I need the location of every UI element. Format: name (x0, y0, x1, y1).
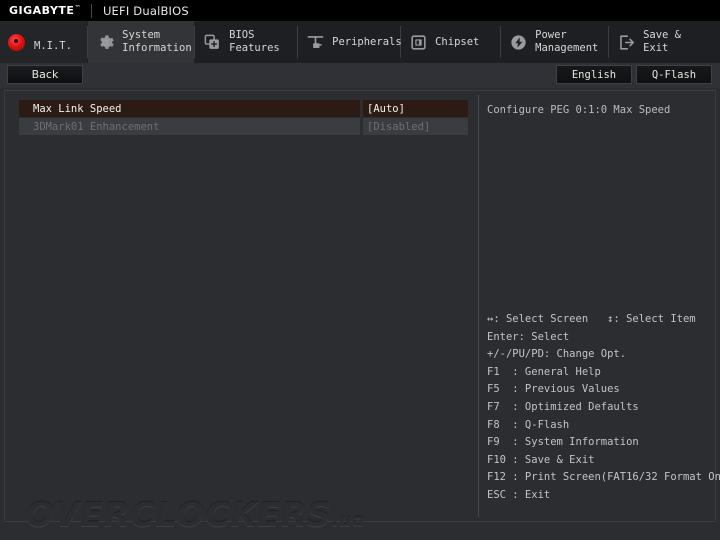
bios-setup-screen: GIGABYTE™ UEFI DualBIOS M.I.T. System In… (0, 0, 720, 540)
tab-peripherals-label: Peripherals (332, 35, 402, 48)
watermark-suffix: .ua (332, 511, 366, 531)
setting-row-max-link-speed[interactable]: Max Link Speed [Auto] (19, 100, 468, 117)
setting-label: Max Link Speed (19, 100, 360, 117)
setting-value[interactable]: [Disabled] (363, 118, 468, 135)
tab-mit[interactable]: M.I.T. (0, 21, 88, 63)
brand-text: GIGABYTE (9, 4, 75, 17)
tab-chipset-label: Chipset (435, 35, 480, 48)
gear-icon (96, 33, 115, 52)
key-legend-line: F8 : Q-Flash (487, 418, 570, 431)
setting-value[interactable]: [Auto] (363, 100, 468, 117)
tab-save-and-exit-label: Save & Exit (643, 29, 681, 54)
tab-save-and-exit[interactable]: Save & Exit (609, 21, 720, 63)
exit-arrow-icon (617, 33, 636, 52)
tab-power-management[interactable]: Power Management (501, 21, 608, 63)
tab-chipset[interactable]: Chipset (401, 21, 500, 63)
key-legend-line: F1 : General Help (487, 365, 601, 378)
title-bar: GIGABYTE™ UEFI DualBIOS (0, 0, 720, 21)
key-legend-line: ESC : Exit (487, 488, 551, 501)
lightning-icon (509, 33, 528, 52)
key-legend: ↔: Select Screen ↕: Select Item Enter: S… (487, 311, 720, 505)
chipset-icon (409, 33, 428, 52)
setting-row-3dmark01-enhancement[interactable]: 3DMark01 Enhancement [Disabled] (19, 118, 468, 135)
secondary-toolbar: Back English Q-Flash (0, 63, 720, 88)
help-description: Configure PEG 0:1:0 Max Speed (487, 104, 671, 116)
gigabyte-logo: GIGABYTE™ (0, 4, 81, 17)
chip-plus-icon (203, 33, 222, 52)
watermark-main: OVERCLOCKERS (26, 495, 333, 534)
site-watermark: OVERCLOCKERS.ua (26, 495, 386, 534)
qflash-button[interactable]: Q-Flash (636, 65, 712, 84)
main-tab-bar: M.I.T. System Information BIOS Features … (0, 21, 720, 63)
key-legend-line: F9 : System Information (487, 436, 639, 449)
help-pane: Configure PEG 0:1:0 Max Speed ↔: Select … (479, 91, 720, 521)
content-frame: Max Link Speed [Auto] 3DMark01 Enhanceme… (4, 90, 720, 522)
back-button[interactable]: Back (7, 65, 83, 84)
tab-peripherals[interactable]: Peripherals (298, 21, 402, 63)
settings-list: Max Link Speed [Auto] 3DMark01 Enhanceme… (5, 91, 478, 521)
plug-icon (306, 33, 325, 52)
language-button[interactable]: English (556, 65, 632, 84)
tab-system-information-label: System Information (122, 29, 192, 54)
tab-mit-label: M.I.T. (34, 39, 72, 52)
key-legend-line: +/-/PU/PD: Change Opt. (487, 348, 627, 361)
tab-bios-features[interactable]: BIOS Features (195, 21, 297, 63)
setting-label: 3DMark01 Enhancement (19, 118, 360, 135)
tab-power-management-label: Power Management (535, 29, 599, 54)
key-legend-line: F12 : Print Screen(FAT16/32 Format Only) (487, 471, 720, 484)
key-legend-line: F5 : Previous Values (487, 383, 620, 396)
key-legend-line: F7 : Optimized Defaults (487, 400, 639, 413)
tab-system-information[interactable]: System Information (88, 21, 195, 63)
red-dot-icon (8, 33, 25, 51)
key-legend-line: F10 : Save & Exit (487, 453, 595, 466)
header-divider (90, 3, 92, 18)
trademark-symbol: ™ (74, 4, 81, 12)
key-legend-line: ↔: Select Screen ↕: Select Item (487, 313, 696, 325)
key-legend-line: Enter: Select (487, 330, 570, 343)
suite-title: UEFI DualBIOS (102, 3, 189, 18)
tab-bios-features-label: BIOS Features (229, 29, 280, 54)
